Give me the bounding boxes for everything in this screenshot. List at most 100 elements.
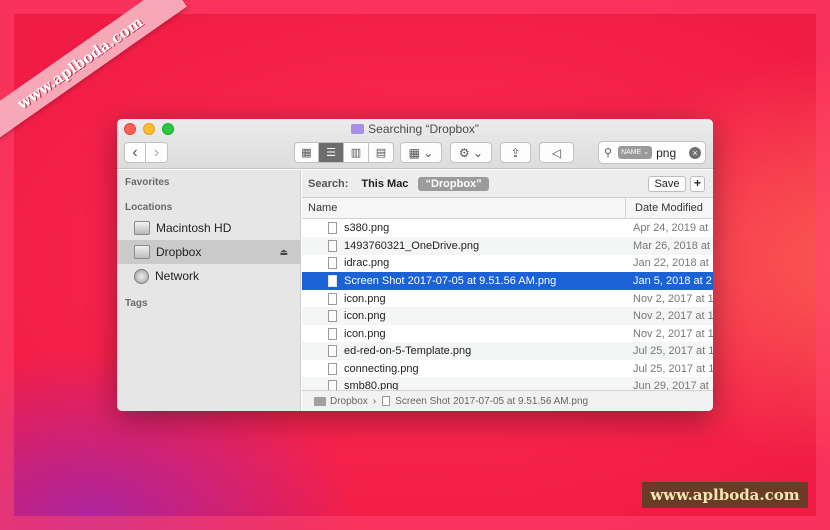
file-row[interactable]: s380.png Apr 24, 2019 at [302, 219, 713, 237]
sidebar-heading-favorites: Favorites [125, 177, 170, 188]
sidebar-item-macintosh-hd[interactable]: Macintosh HD [117, 216, 301, 240]
column-header-row: Name Date Modified [302, 198, 713, 219]
smart-folder-icon [351, 124, 365, 134]
tag-icon: ◁ [551, 145, 562, 160]
column-header-date-modified[interactable]: Date Modified [625, 198, 713, 219]
watermark-badge: www.aplboda.com [642, 482, 808, 508]
file-date: Jan 22, 2018 at [633, 257, 709, 269]
eject-icon[interactable]: ⏏ [279, 247, 288, 258]
file-list: s380.png Apr 24, 2019 at 1493760321_OneD… [302, 219, 713, 390]
columns-icon: ▥ [350, 147, 362, 159]
drive-icon [314, 396, 326, 406]
title-bar: Searching “Dropbox” ‹ › ▦ ☰ ▥ ▤ ▦ ⌄ ⚙ ⌄ … [117, 119, 713, 169]
search-icon: ⚲ [604, 147, 613, 159]
add-criteria-button[interactable]: + [690, 176, 705, 192]
file-name: 1493760321_OneDrive.png [344, 240, 480, 252]
file-name: Screen Shot 2017-07-05 at 9.51.56 AM.png [344, 275, 557, 287]
file-date: Apr 24, 2019 at [633, 222, 709, 234]
png-file-icon [328, 380, 337, 390]
path-bar: Dropbox › Screen Shot 2017-07-05 at 9.51… [302, 390, 713, 411]
search-scope-bar: Search: This Mac “Dropbox” Save + [302, 170, 713, 198]
png-file-icon [328, 293, 337, 305]
column-header-name[interactable]: Name [308, 202, 337, 214]
file-row[interactable]: connecting.png Jul 25, 2017 at 1 [302, 360, 713, 378]
sidebar-item-dropbox[interactable]: Dropbox ⏏ [117, 240, 301, 264]
path-file[interactable]: Screen Shot 2017-07-05 at 9.51.56 AM.png [395, 396, 588, 407]
share-icon: ⇪ [510, 145, 521, 160]
file-date: Jun 29, 2017 at [633, 380, 709, 390]
sidebar: Favorites Locations Macintosh HD Dropbox… [117, 170, 301, 411]
save-search-button[interactable]: Save [648, 176, 686, 192]
file-name: icon.png [344, 293, 386, 305]
file-name: smb80.png [344, 380, 399, 390]
file-date: Nov 2, 2017 at 1 [633, 328, 713, 340]
file-name: s380.png [344, 222, 390, 234]
png-file-icon [382, 396, 391, 406]
file-name: connecting.png [344, 363, 419, 375]
file-row[interactable]: icon.png Nov 2, 2017 at 1 [302, 290, 713, 308]
gallery-view-button[interactable]: ▤ [369, 142, 394, 163]
list-view-button[interactable]: ☰ [319, 142, 344, 163]
hard-drive-icon [134, 221, 150, 235]
png-file-icon [328, 240, 337, 252]
file-row[interactable]: icon.png Nov 2, 2017 at 1 [302, 325, 713, 343]
scope-this-mac[interactable]: This Mac [361, 178, 408, 190]
search-scope-label: Search: [308, 177, 349, 190]
watermark-badge-text: www.aplboda.com [650, 486, 800, 504]
group-by-button[interactable]: ▦ ⌄ [400, 142, 442, 163]
sidebar-item-network[interactable]: Network [117, 264, 301, 288]
file-name: idrac.png [344, 257, 390, 269]
network-globe-icon [134, 268, 149, 284]
list-icon: ☰ [326, 147, 336, 159]
path-folder[interactable]: Dropbox [330, 396, 368, 407]
drive-icon [134, 245, 150, 259]
png-file-icon [328, 275, 337, 287]
share-button[interactable]: ⇪ [500, 142, 531, 163]
file-date: Jul 25, 2017 at 1 [633, 345, 713, 357]
file-row-selected[interactable]: Screen Shot 2017-07-05 at 9.51.56 AM.png… [302, 272, 713, 290]
file-date: Mar 26, 2018 at [633, 240, 711, 252]
window-title: Searching “Dropbox” [117, 122, 713, 136]
png-file-icon [328, 363, 337, 375]
file-date: Jul 25, 2017 at 1 [633, 363, 713, 375]
grid-icon: ▦ [301, 147, 312, 159]
file-row[interactable]: idrac.png Jan 22, 2018 at [302, 254, 713, 272]
chevron-left-icon: ‹ [132, 143, 138, 161]
png-file-icon [328, 328, 337, 340]
scope-dropbox[interactable]: “Dropbox” [418, 176, 489, 191]
sidebar-heading-locations: Locations [125, 202, 173, 213]
group-icon: ▦ ⌄ [408, 145, 434, 160]
sidebar-item-label: Dropbox [156, 245, 202, 259]
forward-button[interactable]: › [146, 142, 168, 163]
search-query-text: png [656, 145, 677, 160]
action-menu-button[interactable]: ⚙ ⌄ [450, 142, 492, 163]
back-button[interactable]: ‹ [124, 142, 146, 163]
finder-window: Searching “Dropbox” ‹ › ▦ ☰ ▥ ▤ ▦ ⌄ ⚙ ⌄ … [117, 119, 713, 411]
file-name: ed-red-on-5-Template.png [344, 345, 472, 357]
file-row[interactable]: smb80.png Jun 29, 2017 at [302, 377, 713, 390]
png-file-icon [328, 257, 337, 269]
file-date: Nov 2, 2017 at 1 [633, 310, 713, 322]
sidebar-heading-tags: Tags [125, 298, 148, 309]
png-file-icon [328, 345, 337, 357]
gallery-icon: ▤ [375, 147, 387, 159]
icon-view-button[interactable]: ▦ [294, 142, 319, 163]
gear-icon: ⚙ ⌄ [458, 145, 484, 160]
path-separator-icon: › [372, 395, 377, 407]
png-file-icon [328, 222, 337, 234]
column-view-button[interactable]: ▥ [344, 142, 369, 163]
file-row[interactable]: ed-red-on-5-Template.png Jul 25, 2017 at… [302, 342, 713, 360]
file-name: icon.png [344, 310, 386, 322]
search-field[interactable]: ⚲ NAME ⌄ png × [598, 141, 706, 164]
clear-search-icon[interactable]: × [689, 146, 701, 159]
tag-button[interactable]: ◁ [539, 142, 574, 163]
file-date: Nov 2, 2017 at 1 [633, 293, 713, 305]
view-mode-control: ▦ ☰ ▥ ▤ [294, 142, 394, 163]
search-token-name[interactable]: NAME ⌄ [618, 146, 653, 159]
file-date: Jan 5, 2018 at 2 [633, 275, 712, 287]
png-file-icon [328, 310, 337, 322]
file-row[interactable]: 1493760321_OneDrive.png Mar 26, 2018 at [302, 237, 713, 255]
file-row[interactable]: icon.png Nov 2, 2017 at 1 [302, 307, 713, 325]
chevron-right-icon: › [153, 143, 160, 161]
sidebar-item-label: Macintosh HD [156, 221, 232, 235]
